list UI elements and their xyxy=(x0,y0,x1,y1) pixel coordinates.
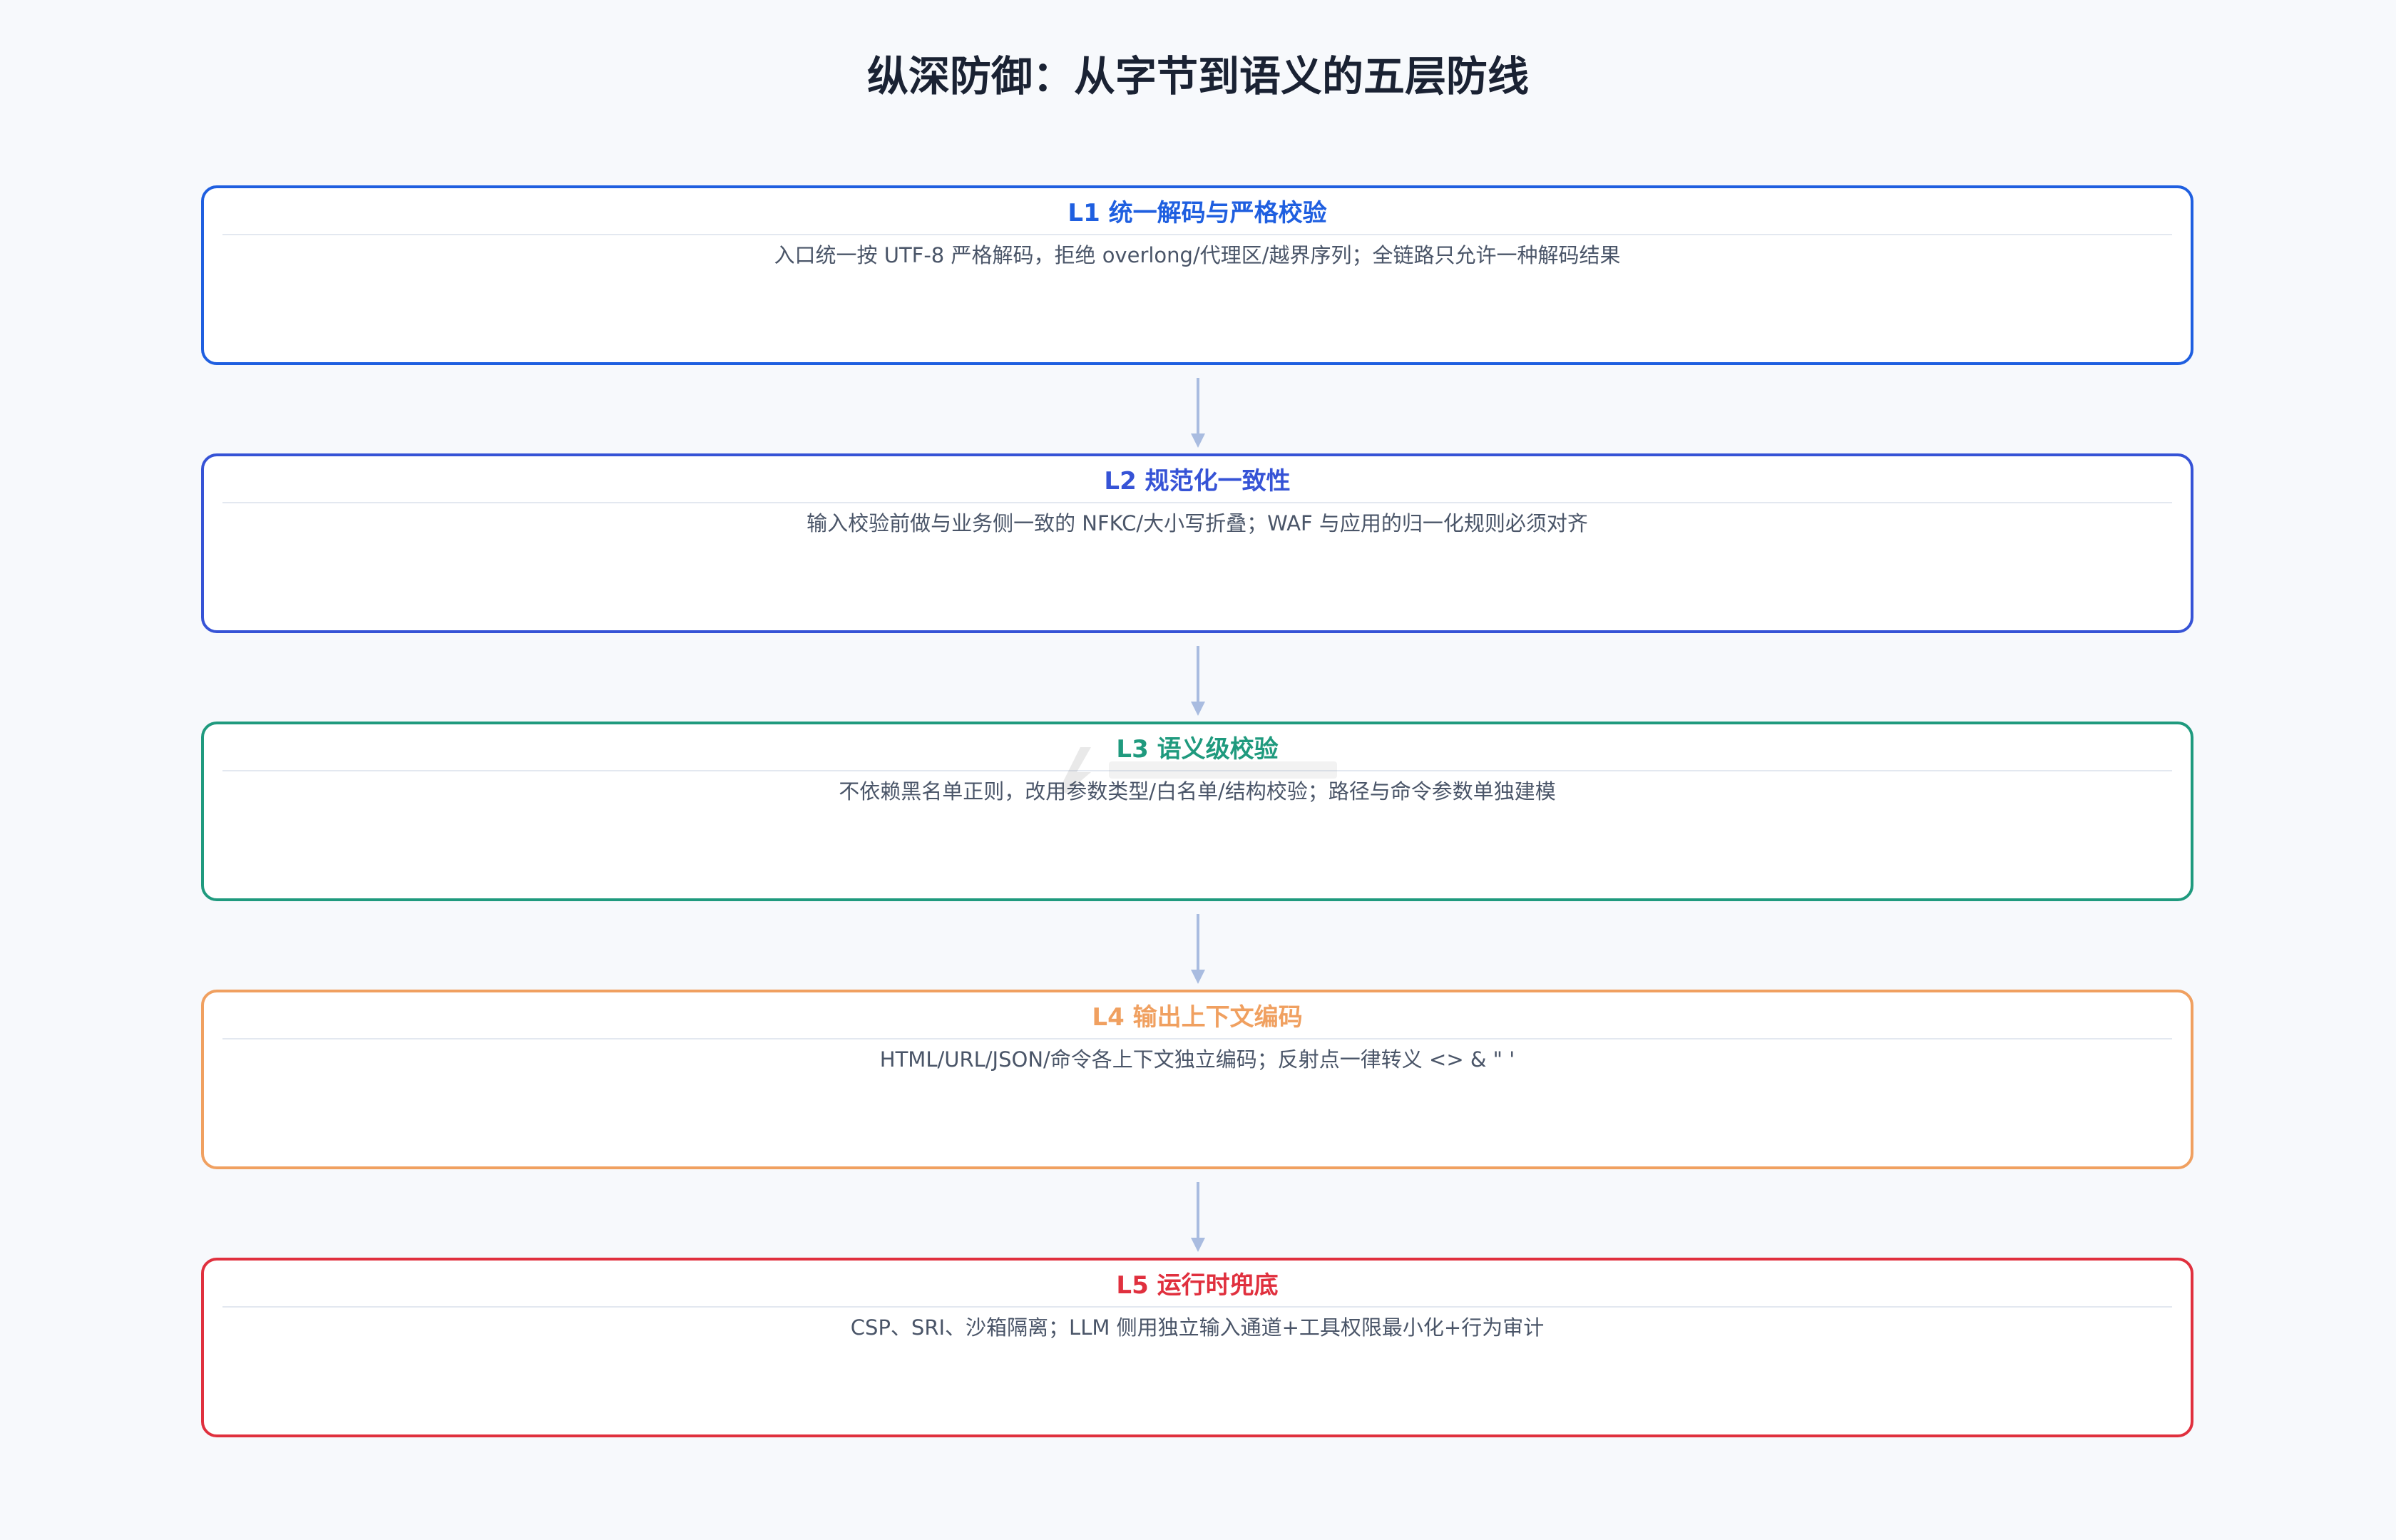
divider xyxy=(222,502,2172,503)
layer-title: L5 运行时兜底 xyxy=(1116,1271,1279,1300)
layer-description: HTML/URL/JSON/命令各上下文独立编码；反射点一律转义 <> & " … xyxy=(879,1047,1515,1072)
layer-description: 入口统一按 UTF-8 严格解码，拒绝 overlong/代理区/越界序列；全链… xyxy=(774,243,1621,267)
layer-description: 输入校验前做与业务侧一致的 NFKC/大小写折叠；WAF 与应用的归一化规则必须… xyxy=(807,511,1588,535)
layer-box-l1: L1 统一解码与严格校验 入口统一按 UTF-8 严格解码，拒绝 overlon… xyxy=(201,185,2193,365)
layer-title: L4 输出上下文编码 xyxy=(1092,1003,1303,1032)
layer-description: CSP、SRI、沙箱隔离；LLM 侧用独立输入通道+工具权限最小化+行为审计 xyxy=(850,1315,1545,1340)
watermark-logo xyxy=(1059,747,1337,794)
arrow-down-icon xyxy=(1191,914,1205,984)
arrow-down-icon xyxy=(1191,1182,1205,1252)
layer-title: L2 规范化一致性 xyxy=(1104,467,1291,496)
divider xyxy=(222,234,2172,235)
layer-box-l4: L4 输出上下文编码 HTML/URL/JSON/命令各上下文独立编码；反射点一… xyxy=(201,990,2193,1169)
diagram-title: 纵深防御：从字节到语义的五层防线 xyxy=(866,52,1529,101)
layer-box-l5: L5 运行时兜底 CSP、SRI、沙箱隔离；LLM 侧用独立输入通道+工具权限最… xyxy=(201,1258,2193,1437)
arrow-down-icon xyxy=(1191,378,1205,448)
divider xyxy=(222,1306,2172,1308)
divider xyxy=(222,1038,2172,1040)
layer-title: L1 统一解码与严格校验 xyxy=(1068,199,1327,227)
layer-box-l2: L2 规范化一致性 输入校验前做与业务侧一致的 NFKC/大小写折叠；WAF 与… xyxy=(201,453,2193,633)
arrow-down-icon xyxy=(1191,646,1205,716)
